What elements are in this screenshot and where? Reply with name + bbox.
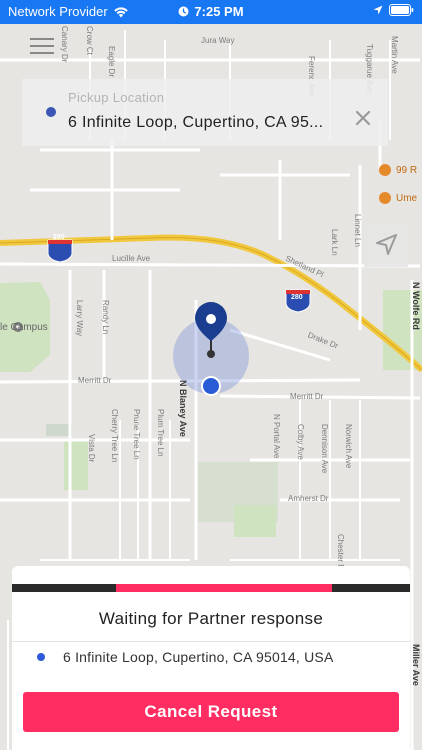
status-right xyxy=(373,4,414,16)
request-status-text: Waiting for Partner response xyxy=(98,609,324,628)
place-label: le Campus xyxy=(0,322,48,333)
location-arrow-icon xyxy=(376,234,397,255)
street-label: Dennison Ave xyxy=(320,424,329,474)
divider xyxy=(12,641,410,642)
street-label: Eagle Dr xyxy=(107,46,116,78)
pickup-address-field[interactable]: 6 Infinite Loop, Cupertino, CA 95... xyxy=(68,114,348,132)
street-label: Lucille Ave xyxy=(112,254,151,263)
status-center: 7:25 PM xyxy=(0,4,422,19)
street-label: Miller Ave xyxy=(411,644,421,686)
street-label: Jura Way xyxy=(201,36,235,45)
street-label: Cherry Tree Ln xyxy=(110,409,119,463)
pickup-label: Pickup Location xyxy=(68,90,165,105)
menu-bar xyxy=(30,38,54,40)
street-label: N Blaney Ave xyxy=(178,380,188,437)
interstate-shield xyxy=(47,239,73,263)
alarm-icon xyxy=(178,6,189,17)
street-label: Prune Tree Ln xyxy=(132,409,141,460)
hamburger-menu-icon[interactable] xyxy=(30,38,54,56)
street-label: Merritt Dr xyxy=(290,392,324,401)
place-label: Ume xyxy=(396,193,418,204)
street-label: Linnet Ln xyxy=(353,214,362,247)
address-dot-icon xyxy=(37,653,45,661)
pickup-location-card[interactable]: Pickup Location 6 Infinite Loop, Cuperti… xyxy=(22,79,388,146)
pickup-dot-icon xyxy=(46,107,56,117)
close-icon[interactable] xyxy=(354,109,372,127)
location-services-icon xyxy=(373,5,383,15)
cancel-request-button[interactable]: Cancel Request xyxy=(23,692,399,732)
street-label: Plum Tree Ln xyxy=(156,409,165,457)
locate-me-button[interactable] xyxy=(364,223,408,267)
place-label: 99 R xyxy=(396,165,418,176)
street-label: Martin Ave xyxy=(390,36,399,74)
street-label: Merritt Dr xyxy=(78,376,112,385)
request-address: 6 Infinite Loop, Cupertino, CA 95014, US… xyxy=(63,649,334,665)
status-time: 7:25 PM xyxy=(194,4,244,19)
request-status-panel: Waiting for Partner response 6 Infinite … xyxy=(12,566,410,750)
street-label: Larry Way xyxy=(75,300,84,337)
battery-icon xyxy=(389,4,414,16)
park-area xyxy=(64,440,88,490)
street-label: Lark Ln xyxy=(330,229,339,256)
street-label: Colby Ave xyxy=(296,424,305,460)
street-label: N Portal Ave xyxy=(272,414,281,459)
progress-fill xyxy=(116,584,332,592)
menu-bar xyxy=(30,45,54,47)
street-label: Vista Dr xyxy=(87,434,96,463)
status-bar: Network Provider 7:25 PM xyxy=(0,0,422,24)
highway-number: 280 xyxy=(291,294,303,301)
park-area xyxy=(234,505,276,537)
street-label: Canary Dr xyxy=(60,26,69,63)
progress-bar xyxy=(12,584,410,592)
menu-bar xyxy=(30,52,54,54)
street-label: Crow Ct xyxy=(85,26,94,55)
street-label: Norwich Ave xyxy=(344,424,353,469)
street-label: Randy Ln xyxy=(101,300,110,335)
highway-number: 280 xyxy=(53,234,65,241)
street-label: Amherst Dr xyxy=(288,494,329,503)
street-label: N Wolfe Rd xyxy=(411,282,421,330)
